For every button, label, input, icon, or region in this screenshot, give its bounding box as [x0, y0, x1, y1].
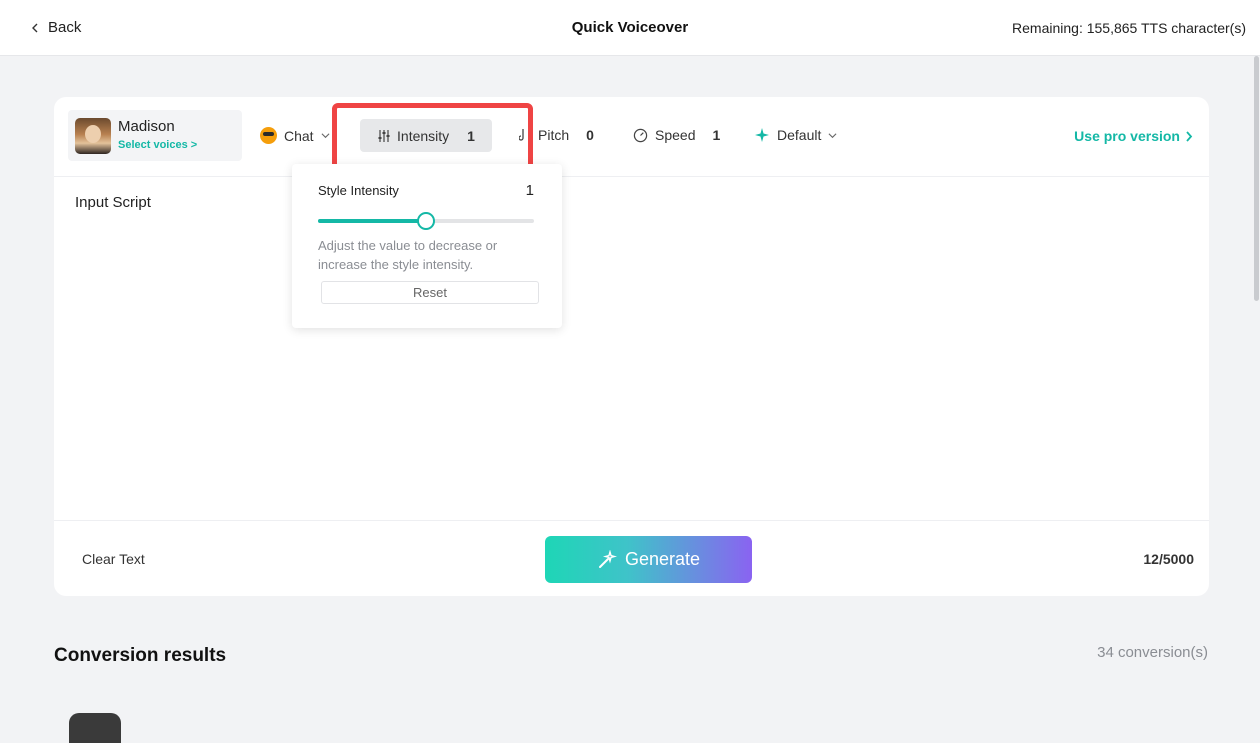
voice-avatar [75, 118, 111, 154]
chevron-down-icon [321, 133, 330, 139]
use-pro-version-link[interactable]: Use pro version [1074, 128, 1193, 144]
style-label: Chat [284, 127, 314, 144]
speed-label: Speed [655, 127, 696, 143]
sparkle-icon [755, 128, 769, 142]
intensity-popover: Style Intensity 1 Adjust the value to de… [292, 164, 562, 328]
intensity-slider[interactable] [318, 212, 534, 230]
conversion-count: 34 conversion(s) [1097, 644, 1208, 661]
effect-label: Default [777, 127, 822, 143]
script-input[interactable] [74, 217, 1189, 507]
scrollbar-thumb[interactable] [1254, 56, 1259, 301]
effect-dropdown[interactable]: Default [754, 127, 837, 143]
reset-button[interactable]: Reset [321, 281, 539, 304]
intensity-label: Intensity [397, 127, 450, 144]
clear-text-button[interactable]: Clear Text [82, 551, 145, 567]
speedometer-icon [633, 128, 648, 142]
back-label: Back [48, 19, 82, 36]
style-dropdown[interactable]: Chat [260, 127, 330, 144]
remaining-characters: Remaining: 155,865 TTS character(s) [1012, 20, 1246, 36]
style-intensity-title: Style Intensity [318, 183, 399, 198]
pitch-value: 0 [586, 127, 594, 143]
chevron-down-icon [828, 132, 837, 138]
input-script-label: Input Script [75, 194, 151, 211]
generate-button[interactable]: Generate [545, 536, 752, 583]
conversion-results-title: Conversion results [54, 645, 227, 666]
voice-selector[interactable]: Madison Select voices > [68, 110, 242, 161]
voice-toolbar: Madison Select voices > Chat Intensity 1… [54, 97, 1209, 177]
style-intensity-value: 1 [525, 182, 534, 199]
slider-fill [318, 219, 426, 223]
character-count: 12/5000 [1143, 551, 1194, 567]
generate-label: Generate [624, 549, 701, 569]
intensity-description: Adjust the value to decrease or increase… [318, 238, 498, 272]
pitch-icon [519, 129, 524, 141]
voice-name: Madison [118, 118, 175, 135]
magic-wand-icon [598, 549, 617, 568]
page-scrollbar[interactable] [1252, 56, 1260, 725]
pro-label: Use pro version [1074, 128, 1180, 144]
chevron-right-icon [1186, 130, 1193, 142]
editor-card: Madison Select voices > Chat Intensity 1… [54, 97, 1209, 596]
select-voices-link[interactable]: Select voices > [118, 139, 197, 151]
sliders-icon [378, 129, 390, 142]
pitch-label: Pitch [538, 127, 570, 143]
top-bar: Back Quick Voiceover Remaining: 155,865 … [0, 0, 1260, 56]
editor-footer: Clear Text Generate 12/5000 [54, 520, 1209, 596]
pitch-control[interactable]: Pitch 0 [519, 127, 594, 143]
back-button[interactable]: Back [30, 19, 81, 36]
result-avatar [69, 713, 121, 743]
intensity-button[interactable]: Intensity 1 [360, 119, 492, 152]
intensity-value: 1 [467, 127, 475, 144]
speed-value: 1 [712, 127, 721, 143]
chevron-left-icon [32, 23, 38, 32]
slider-thumb[interactable] [417, 212, 435, 230]
speed-control[interactable]: Speed 1 [633, 127, 720, 143]
cool-face-icon [260, 127, 277, 144]
